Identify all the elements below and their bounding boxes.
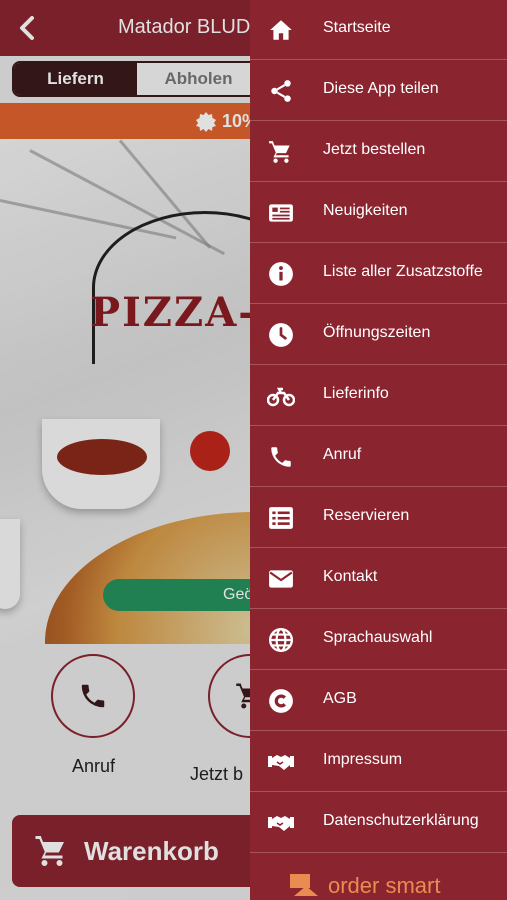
menu-label: Impressum (323, 751, 403, 768)
copyright-icon (269, 689, 293, 713)
phone-icon (271, 447, 291, 467)
mail-icon (269, 570, 293, 588)
handshake-icon (268, 755, 294, 770)
menu-item-language[interactable]: Sprachauswahl (250, 610, 507, 670)
cart-icon (269, 141, 290, 163)
menu-label: Öffnungszeiten (323, 324, 431, 341)
menu-item-reserve[interactable]: Reservieren (250, 488, 507, 548)
home-icon (270, 20, 292, 40)
drawer-scrim[interactable] (0, 0, 250, 900)
menu-item-additives[interactable]: Liste aller Zusatzstoffe (250, 244, 507, 304)
motorbike-icon (267, 387, 295, 407)
menu-item-order-now[interactable]: Jetzt bestellen (250, 122, 507, 182)
menu-item-contact[interactable]: Kontakt (250, 549, 507, 609)
menu-label: Reservieren (323, 507, 410, 524)
share-icon (271, 80, 291, 102)
menu-item-share[interactable]: Diese App teilen (250, 61, 507, 121)
info-icon (269, 262, 293, 286)
menu-item-opening-hours[interactable]: Öffnungszeiten (250, 305, 507, 365)
menu-label: Datenschutzerklärung (323, 812, 479, 829)
drawer-footer: order smart (250, 855, 507, 900)
menu-label: Sprachauswahl (323, 629, 433, 646)
order-smart-logo-icon (290, 874, 318, 896)
globe-icon (268, 627, 294, 653)
menu-label: Liste aller Zusatzstoffe (323, 263, 483, 280)
menu-label: Kontakt (323, 568, 378, 585)
menu-item-imprint[interactable]: Impressum (250, 732, 507, 792)
menu-item-call[interactable]: Anruf (250, 427, 507, 487)
menu-item-delivery-info[interactable]: Lieferinfo (250, 366, 507, 426)
menu-label: Lieferinfo (323, 385, 389, 402)
list-icon (269, 507, 293, 529)
menu-item-terms[interactable]: AGB (250, 671, 507, 731)
menu-item-privacy[interactable]: Datenschutzerklärung (250, 793, 507, 853)
menu-label: Diese App teilen (323, 80, 439, 97)
news-icon (269, 204, 293, 222)
menu-item-startseite[interactable]: Startseite (250, 0, 507, 60)
menu-label: Neuigkeiten (323, 202, 408, 219)
menu-item-news[interactable]: Neuigkeiten (250, 183, 507, 243)
navigation-drawer: Startseite Diese App teilen Jetzt bestel… (250, 0, 507, 900)
clock-icon (269, 323, 293, 347)
menu-label: AGB (323, 690, 357, 707)
brand-text: order smart (328, 873, 441, 898)
handshake-icon (268, 816, 294, 831)
menu-label: Jetzt bestellen (323, 141, 426, 158)
menu-label: Startseite (323, 19, 391, 36)
menu-label: Anruf (323, 446, 362, 463)
